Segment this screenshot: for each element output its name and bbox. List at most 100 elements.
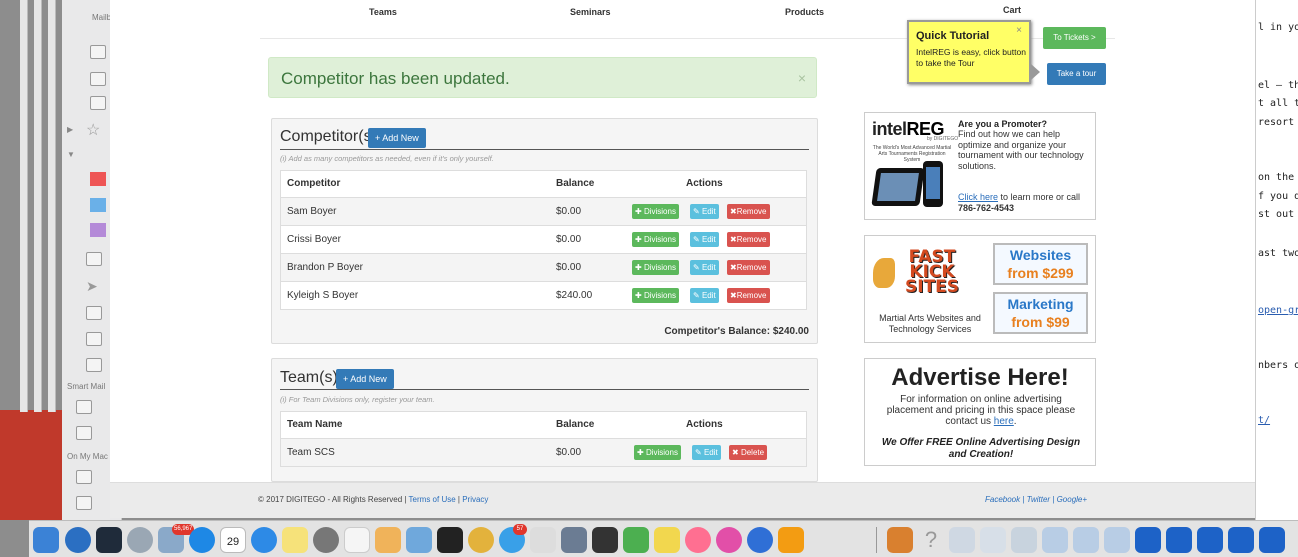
scanner-icon[interactable] bbox=[530, 527, 556, 553]
remove-button[interactable]: ✖Remove bbox=[727, 288, 770, 303]
table-row: Kyleigh S Boyer $240.00 ✚ Divisions ✎ Ed… bbox=[281, 281, 806, 309]
sent-icon[interactable]: ➤ bbox=[86, 278, 102, 294]
websites-price-box: Websites from $299 bbox=[993, 243, 1088, 285]
divisions-button[interactable]: ✚ Divisions bbox=[632, 204, 679, 219]
folder-icon[interactable] bbox=[76, 470, 92, 484]
app-store-icon[interactable] bbox=[189, 527, 215, 553]
window-thumbnail-icon[interactable] bbox=[949, 527, 975, 553]
inbox-icon[interactable] bbox=[90, 72, 106, 86]
contact-here-link[interactable]: here bbox=[994, 416, 1014, 427]
siri-icon[interactable] bbox=[65, 527, 91, 553]
textedit-icon[interactable] bbox=[375, 527, 401, 553]
window-thumbnail-icon[interactable] bbox=[1197, 527, 1223, 553]
add-competitor-button[interactable]: + Add New bbox=[368, 128, 426, 148]
table-row: Crissi Boyer $0.00 ✚ Divisions ✎ Edit ✖R… bbox=[281, 225, 806, 253]
remove-button[interactable]: ✖Remove bbox=[727, 204, 770, 219]
macos-dock: 56,967 29 57 ? bbox=[29, 520, 1298, 557]
window-thumbnail-icon[interactable] bbox=[1228, 527, 1254, 553]
divisions-button[interactable]: ✚ Divisions bbox=[632, 232, 679, 247]
inbox-icon[interactable] bbox=[90, 45, 106, 59]
reminders-icon[interactable] bbox=[344, 527, 370, 553]
finder-icon[interactable] bbox=[33, 527, 59, 553]
competitors-title: Competitor(s) bbox=[280, 128, 377, 145]
competitors-table: Competitor Balance Actions Sam Boyer $0.… bbox=[280, 170, 807, 310]
mail-icon[interactable]: 56,967 bbox=[158, 524, 195, 553]
terms-link[interactable]: Terms of Use bbox=[409, 495, 456, 504]
edit-button[interactable]: ✎ Edit bbox=[690, 204, 719, 219]
flag-red-icon[interactable] bbox=[90, 172, 106, 186]
window-thumbnail-icon[interactable] bbox=[1166, 527, 1192, 553]
window-thumbnail-icon[interactable] bbox=[1135, 527, 1161, 553]
tutorial-close-button[interactable]: × bbox=[1016, 25, 1022, 36]
edit-button[interactable]: ✎ Edit bbox=[690, 260, 719, 275]
excel-icon[interactable] bbox=[623, 527, 649, 553]
to-tickets-button[interactable]: To Tickets > bbox=[1043, 27, 1106, 49]
window-thumbnail-icon[interactable] bbox=[1073, 527, 1099, 553]
printer-icon[interactable] bbox=[437, 527, 463, 553]
window-thumbnail-icon[interactable] bbox=[1011, 527, 1037, 553]
divisions-button[interactable]: ✚ Divisions bbox=[632, 288, 679, 303]
launchpad-icon[interactable] bbox=[127, 527, 153, 553]
drafts-icon[interactable] bbox=[86, 252, 102, 266]
delete-button[interactable]: ✖ Delete bbox=[729, 445, 768, 460]
calendar-icon[interactable]: 29 bbox=[220, 527, 246, 553]
success-alert: Competitor has been updated. × bbox=[268, 57, 817, 98]
network-icon[interactable] bbox=[747, 527, 773, 553]
junk-icon[interactable] bbox=[86, 306, 102, 320]
image-capture-icon[interactable] bbox=[561, 527, 587, 553]
tutorial-title: Quick Tutorial bbox=[916, 30, 990, 42]
preview-icon[interactable] bbox=[406, 527, 432, 553]
folder-icon[interactable] bbox=[76, 400, 92, 414]
help-icon[interactable]: ? bbox=[918, 527, 944, 553]
trash-icon[interactable] bbox=[86, 332, 102, 346]
edit-button[interactable]: ✎ Edit bbox=[690, 288, 719, 303]
table-row: Team SCS $0.00 ✚ Divisions ✎ Edit ✖ Dele… bbox=[281, 438, 806, 466]
divisions-button[interactable]: ✚ Divisions bbox=[634, 445, 681, 460]
system-preferences-icon[interactable] bbox=[313, 527, 339, 553]
alert-close-button[interactable]: × bbox=[798, 70, 806, 86]
window-thumbnail-icon[interactable] bbox=[1259, 527, 1285, 553]
window-thumbnail-icon[interactable] bbox=[1104, 527, 1130, 553]
table-header-row: Team Name Balance Actions bbox=[287, 419, 723, 430]
book-icon[interactable] bbox=[887, 527, 913, 553]
window-thumbnail-icon[interactable] bbox=[1042, 527, 1068, 553]
nav-cart[interactable]: Cart bbox=[1003, 5, 1021, 15]
alert-message: Competitor has been updated. bbox=[281, 69, 510, 88]
click-here-link[interactable]: Click here bbox=[958, 192, 998, 202]
flag-blue-icon[interactable] bbox=[90, 198, 106, 212]
safari-icon[interactable] bbox=[251, 527, 277, 553]
remove-button[interactable]: ✖Remove bbox=[727, 260, 770, 275]
pen-icon[interactable] bbox=[592, 527, 618, 553]
privacy-link[interactable]: Privacy bbox=[462, 495, 488, 504]
remove-button[interactable]: ✖Remove bbox=[727, 232, 770, 247]
numbers-icon[interactable] bbox=[778, 527, 804, 553]
sketch-icon[interactable] bbox=[654, 527, 680, 553]
star-icon[interactable]: ☆ bbox=[86, 120, 102, 139]
inbox-icon[interactable] bbox=[90, 96, 106, 110]
nav-seminars[interactable]: Seminars bbox=[570, 7, 611, 17]
take-a-tour-button[interactable]: Take a tour bbox=[1047, 63, 1106, 85]
social-links[interactable]: Facebook | Twitter | Google+ bbox=[985, 495, 1087, 504]
nav-teams[interactable]: Teams bbox=[369, 7, 397, 17]
mission-control-icon[interactable] bbox=[96, 527, 122, 553]
add-team-button[interactable]: + Add New bbox=[336, 369, 394, 389]
teams-table: Team Name Balance Actions Team SCS $0.00… bbox=[280, 411, 807, 467]
intelreg-ad[interactable]: intelREG by DIGITEGO The World's Most Ad… bbox=[864, 112, 1096, 220]
messages-icon[interactable]: 57 bbox=[499, 524, 527, 553]
folder-icon[interactable] bbox=[76, 426, 92, 440]
nav-products[interactable]: Products bbox=[785, 7, 824, 17]
edit-button[interactable]: ✎ Edit bbox=[692, 445, 721, 460]
chrome-icon[interactable] bbox=[468, 527, 494, 553]
itunes-icon[interactable] bbox=[716, 527, 742, 553]
flag-purple-icon[interactable] bbox=[90, 223, 106, 237]
archive-icon[interactable] bbox=[86, 358, 102, 372]
divisions-button[interactable]: ✚ Divisions bbox=[632, 260, 679, 275]
notes-icon[interactable] bbox=[282, 527, 308, 553]
fastkicksites-ad[interactable]: FAST KICK SITES Martial Arts Websites an… bbox=[864, 235, 1096, 343]
photos-icon[interactable] bbox=[685, 527, 711, 553]
edit-button[interactable]: ✎ Edit bbox=[690, 232, 719, 247]
window-thumbnail-icon[interactable] bbox=[980, 527, 1006, 553]
tutorial-text: IntelREG is easy, click button to take t… bbox=[916, 47, 1026, 68]
teams-hint: (i) For Team Divisions only, register yo… bbox=[280, 395, 435, 404]
folder-icon[interactable] bbox=[76, 496, 92, 510]
